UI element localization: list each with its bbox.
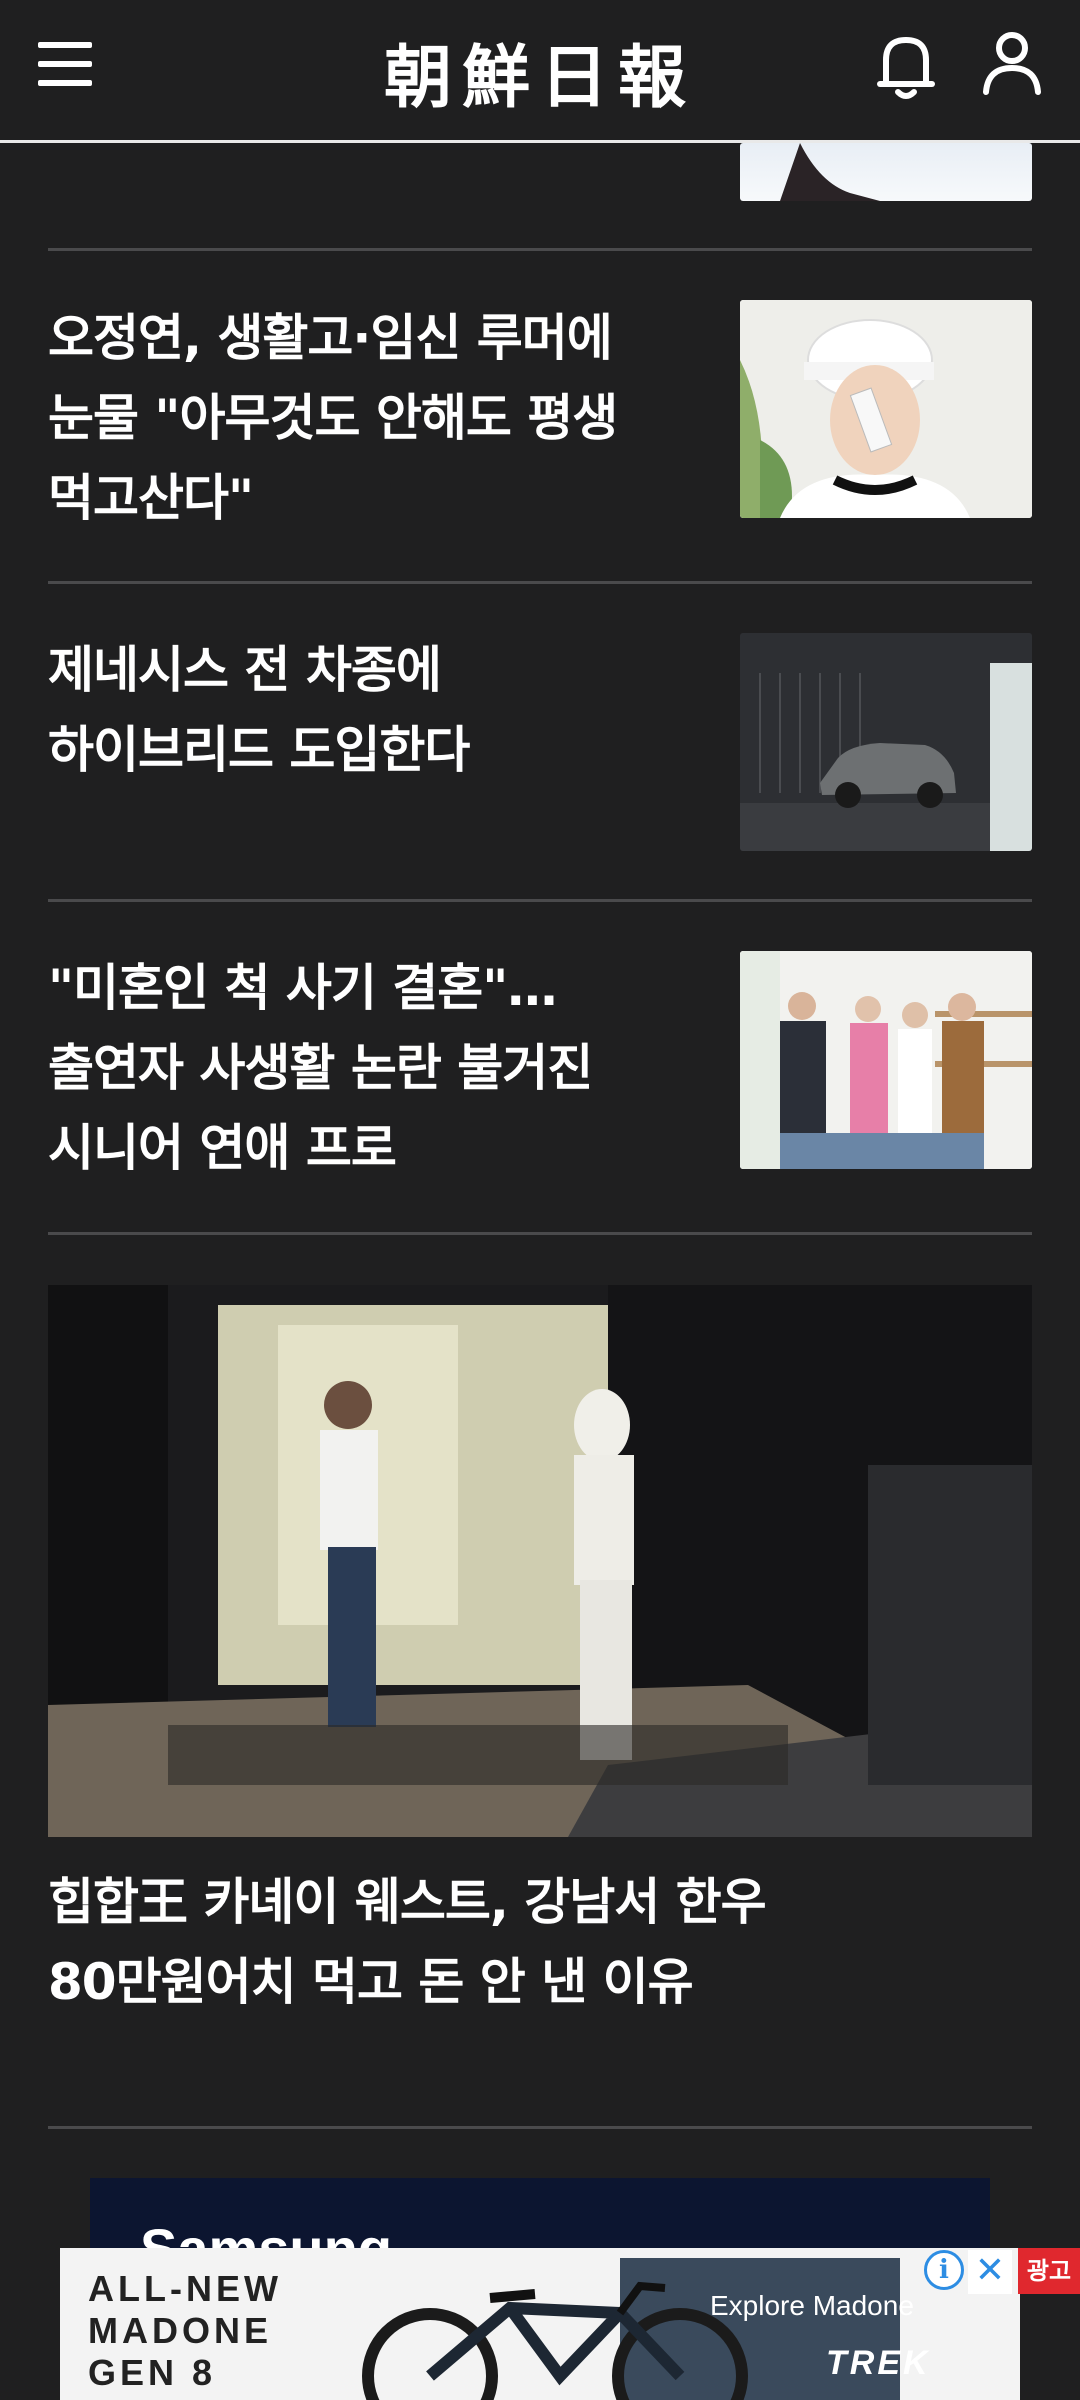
top-header: 朝鮮日報 [0,0,1080,143]
bell-icon[interactable] [876,32,936,102]
trek-ad-banner[interactable]: ALL-NEW MADONE GEN 8 Explore Madone TREK [60,2248,1020,2400]
article-headline[interactable]: 오정연, 생활고·임신 루머에 눈물 "아무것도 안해도 평생 먹고산다" [48,298,688,538]
divider [48,248,1032,251]
ad-model-text: ALL-NEW MADONE GEN 8 [88,2268,282,2393]
article-thumbnail[interactable] [740,143,1032,201]
divider [48,1232,1032,1235]
ad-info-icon[interactable]: i [924,2250,964,2290]
ad-label-badge: 광고 [1018,2248,1080,2294]
ad-close-button[interactable]: ✕ [968,2250,1012,2294]
divider [48,899,1032,902]
divider [48,2126,1032,2129]
article-headline[interactable]: 제네시스 전 차종에 하이브리드 도입한다 [48,630,688,790]
featured-photo[interactable] [48,1285,1032,1837]
featured-headline[interactable]: 힙합王 카녜이 웨스트, 강남서 한우 80만원어치 먹고 돈 안 낸 이유 [48,1862,1032,2022]
article-thumbnail[interactable] [740,300,1032,518]
ad-explore-text: Explore Madone [710,2290,914,2321]
ad-brand-logo: TREK [826,2344,931,2382]
user-icon[interactable] [982,30,1042,96]
article-thumbnail[interactable] [740,633,1032,851]
bicycle-graphic [362,2258,900,2400]
divider [48,581,1032,584]
article-headline[interactable]: "미혼인 척 사기 결혼"… 출연자 사생활 논란 불거진 시니어 연애 프로 [48,948,688,1188]
article-thumbnail[interactable] [740,951,1032,1169]
